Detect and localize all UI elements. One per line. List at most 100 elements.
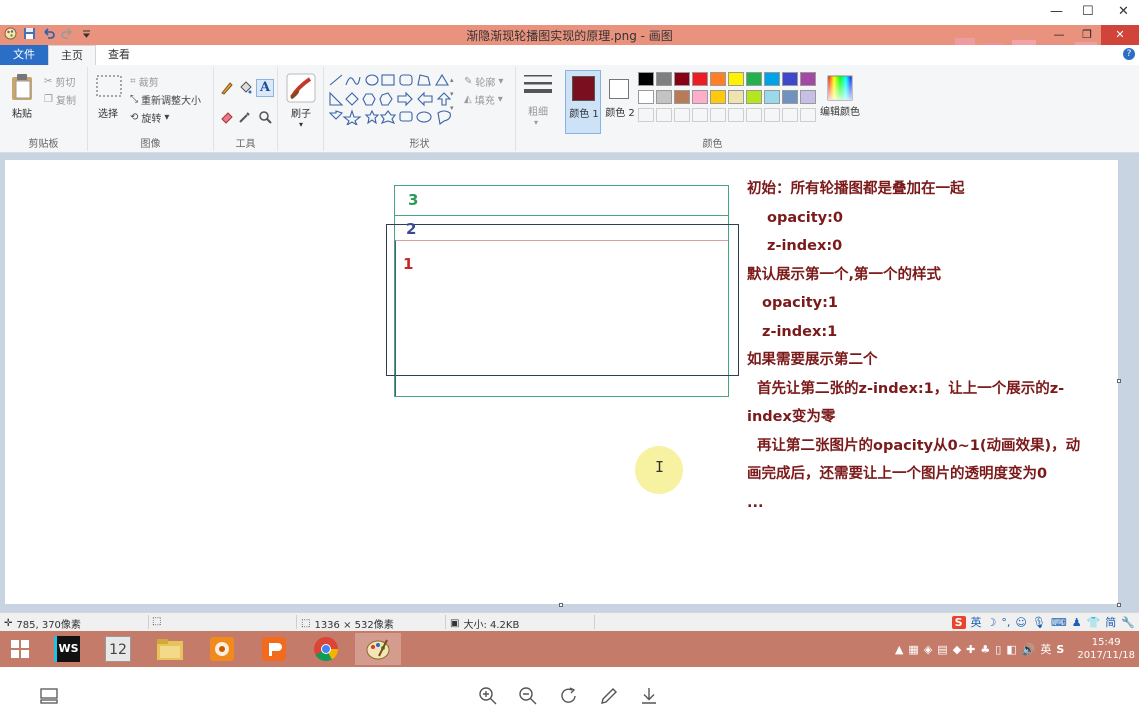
canvas-resize-handle-right[interactable] xyxy=(1117,379,1121,383)
custom-color-slot[interactable] xyxy=(728,108,744,122)
brush-icon[interactable] xyxy=(286,73,316,103)
moon-icon[interactable]: ☽ xyxy=(987,616,997,629)
wrench-icon[interactable]: 🔧 xyxy=(1121,616,1135,629)
battery-icon[interactable]: ▯ xyxy=(995,643,1001,656)
palette-swatch[interactable] xyxy=(764,90,780,104)
taskbar-app-12[interactable]: 12 xyxy=(95,633,141,665)
gallery-scroll[interactable]: ▴ ▾ ▾ xyxy=(450,73,454,115)
palette-swatch[interactable] xyxy=(746,72,762,86)
help-icon[interactable]: ? xyxy=(1123,48,1135,60)
brush-button[interactable]: 刷子 xyxy=(282,105,320,120)
zoom-out-button[interactable] xyxy=(517,685,539,707)
taskbar-app-webstorm[interactable]: WS xyxy=(44,633,90,665)
custom-color-slot[interactable] xyxy=(764,108,780,122)
line-width-icon[interactable] xyxy=(524,73,552,99)
taskbar-app-presentation[interactable] xyxy=(251,633,297,665)
palette-swatch[interactable] xyxy=(656,90,672,104)
palette-swatch[interactable] xyxy=(710,90,726,104)
custom-color-slot[interactable] xyxy=(782,108,798,122)
edit-colors-button[interactable]: 编辑颜色 xyxy=(815,103,865,118)
tray-app-icon[interactable]: ✚ xyxy=(966,643,975,656)
palette-swatch[interactable] xyxy=(692,72,708,86)
palette-swatch[interactable] xyxy=(800,72,816,86)
custom-color-slot[interactable] xyxy=(674,108,690,122)
color-picker-icon[interactable] xyxy=(238,110,252,124)
palette-swatch[interactable] xyxy=(782,90,798,104)
thumbnail-toggle-button[interactable] xyxy=(38,685,60,707)
pencil-icon[interactable] xyxy=(220,81,234,95)
rotate-button[interactable] xyxy=(558,685,580,707)
tray-app-icon[interactable]: ♣ xyxy=(980,643,990,656)
palette-swatch[interactable] xyxy=(746,90,762,104)
tray-app-icon[interactable]: ◆ xyxy=(953,643,961,656)
punctuation-icon[interactable]: °, xyxy=(1001,616,1010,629)
resize-button[interactable]: ⤡ 重新调整大小 xyxy=(130,92,201,107)
canvas-resize-handle-corner[interactable] xyxy=(1117,603,1121,607)
drawing-canvas[interactable]: 3 2 1 初始：所有轮播图都是叠加在一起 opacity:0 z-index:… xyxy=(5,160,1118,604)
custom-color-slot[interactable] xyxy=(692,108,708,122)
palette-swatch[interactable] xyxy=(638,72,654,86)
tab-view[interactable]: 查看 xyxy=(96,45,142,65)
copy-button[interactable]: ❐ 复制 xyxy=(44,92,76,107)
rotate-button[interactable]: ⟲ 旋转 ▾ xyxy=(130,110,169,125)
color2-selector[interactable]: 颜色 2 xyxy=(604,70,636,134)
outline-button[interactable]: ✎ 轮廓 ▾ xyxy=(464,74,503,89)
taskbar-app-chrome[interactable] xyxy=(303,633,349,665)
show-hidden-icons[interactable]: ▲ xyxy=(895,643,903,656)
edit-button[interactable] xyxy=(598,685,620,707)
network-icon[interactable]: ◧ xyxy=(1006,643,1016,656)
shapes-gallery[interactable] xyxy=(328,73,458,125)
edit-colors-icon[interactable] xyxy=(827,75,853,101)
palette-swatch[interactable] xyxy=(674,72,690,86)
custom-color-slot[interactable] xyxy=(800,108,816,122)
custom-color-slot[interactable] xyxy=(656,108,672,122)
palette-swatch[interactable] xyxy=(710,72,726,86)
palette-swatch[interactable] xyxy=(692,90,708,104)
text-tool-icon[interactable]: A xyxy=(256,79,274,97)
taskbar-app-orange[interactable] xyxy=(199,633,245,665)
custom-color-slot[interactable] xyxy=(710,108,726,122)
volume-icon[interactable]: 🔊 xyxy=(1022,643,1036,656)
outer-close-button[interactable]: ✕ xyxy=(1118,4,1129,19)
download-button[interactable] xyxy=(638,685,660,707)
clock[interactable]: 15:49 2017/11/18 xyxy=(1077,636,1135,662)
tray-app-icon[interactable]: ◈ xyxy=(924,643,932,656)
palette-swatch[interactable] xyxy=(674,90,690,104)
tray-app-icon[interactable]: ▦ xyxy=(908,643,918,656)
taskbar-app-paint[interactable] xyxy=(355,633,401,665)
color1-selector[interactable]: 颜色 1 xyxy=(565,70,601,134)
fill-button[interactable]: ◭ 填充 ▾ xyxy=(464,92,503,107)
palette-swatch[interactable] xyxy=(728,90,744,104)
skin-icon[interactable]: 👕 xyxy=(1087,616,1101,629)
microphone-icon[interactable]: 🎙 xyxy=(1032,616,1046,629)
outer-maximize-button[interactable]: ☐ xyxy=(1082,4,1094,19)
emoji-icon[interactable]: ☺ xyxy=(1015,616,1026,629)
zoom-in-button[interactable] xyxy=(477,685,499,707)
paste-icon[interactable] xyxy=(10,73,34,101)
custom-color-slot[interactable] xyxy=(746,108,762,122)
magnifier-icon[interactable] xyxy=(258,110,272,124)
paste-button[interactable]: 粘贴 xyxy=(6,105,38,120)
tray-lang[interactable]: 英 xyxy=(1040,641,1051,657)
ime-lang-toggle[interactable]: 英 xyxy=(971,614,982,630)
canvas-resize-handle-bottom[interactable] xyxy=(559,603,563,607)
select-button[interactable]: 选择 xyxy=(92,105,124,120)
sogou-ime-icon[interactable]: S xyxy=(951,615,966,629)
palette-swatch[interactable] xyxy=(728,72,744,86)
tab-home[interactable]: 主页 xyxy=(48,45,96,65)
sogou-tray-icon[interactable]: S xyxy=(1056,643,1064,656)
palette-swatch[interactable] xyxy=(800,90,816,104)
eraser-icon[interactable] xyxy=(220,110,234,124)
cut-button[interactable]: ✂ 剪切 xyxy=(44,74,75,89)
start-button[interactable] xyxy=(0,633,40,665)
palette-swatch[interactable] xyxy=(764,72,780,86)
outer-minimize-button[interactable]: — xyxy=(1050,4,1063,19)
size-button[interactable]: 粗细 xyxy=(518,103,558,118)
ime-simplified-toggle[interactable]: 简 xyxy=(1105,614,1116,630)
select-icon[interactable] xyxy=(96,75,122,97)
taskbar-app-explorer[interactable] xyxy=(147,633,193,665)
chevron-down-icon[interactable]: ▾ xyxy=(299,120,303,129)
tray-app-icon[interactable]: ▤ xyxy=(937,643,947,656)
palette-swatch[interactable] xyxy=(782,72,798,86)
tab-file[interactable]: 文件 xyxy=(0,45,48,65)
